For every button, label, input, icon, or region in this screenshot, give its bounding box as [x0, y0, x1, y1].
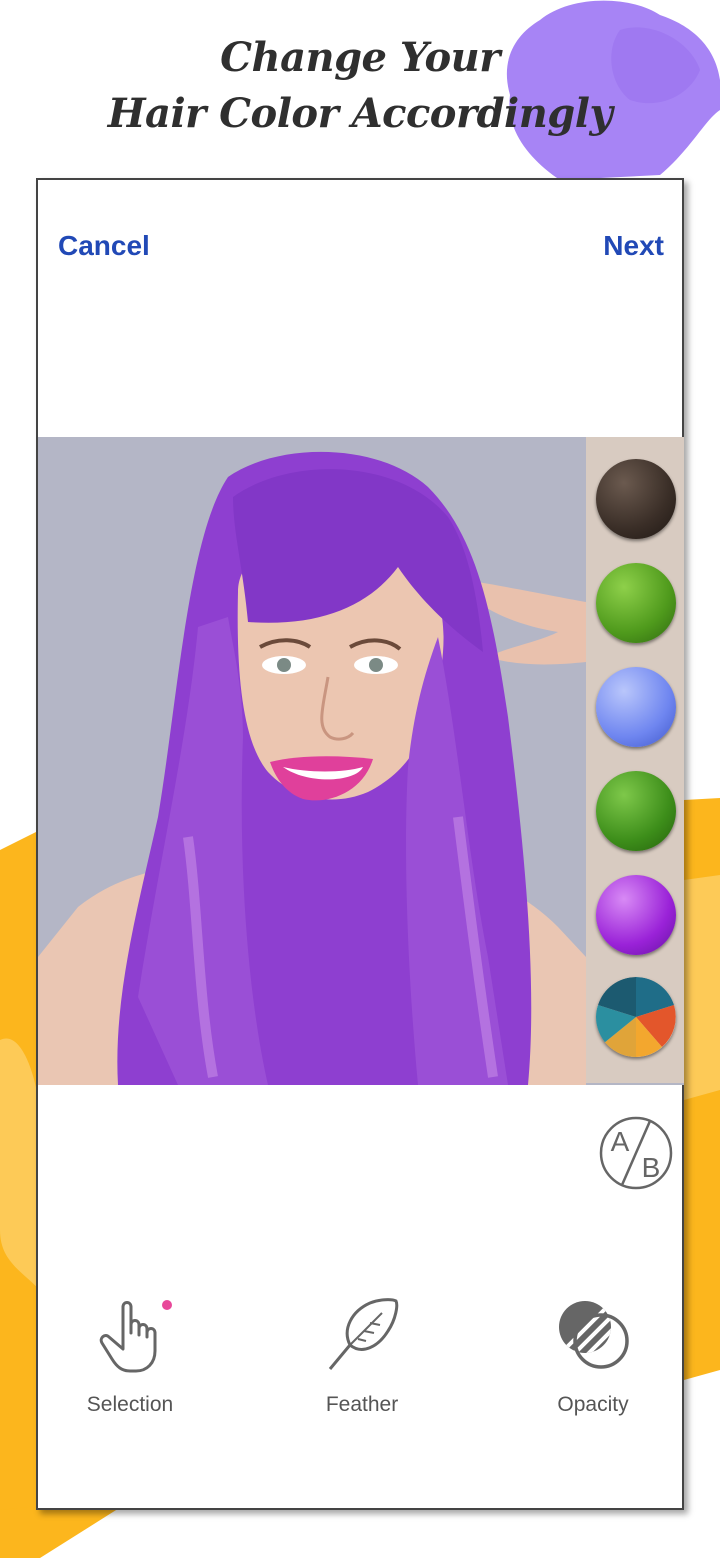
- headline-line-2: Hair Color Accordingly: [107, 90, 613, 137]
- swatch-violet[interactable]: [596, 875, 676, 955]
- swatch-dark-brown[interactable]: [596, 459, 676, 539]
- color-wheel-icon: [596, 977, 676, 1057]
- headline: Change Your Hair Color Accordingly: [0, 30, 720, 142]
- opacity-icon: [559, 1301, 629, 1369]
- photo-canvas[interactable]: [38, 437, 684, 1085]
- next-button[interactable]: Next: [603, 230, 664, 262]
- top-bar: Cancel Next: [38, 230, 682, 270]
- notification-dot: [162, 1300, 172, 1310]
- portrait-image: [38, 437, 586, 1085]
- ab-letter-b: B: [642, 1152, 661, 1183]
- color-palette: [586, 437, 684, 1083]
- tool-feather[interactable]: Feather: [282, 1295, 442, 1417]
- swatch-green-2[interactable]: [596, 771, 676, 851]
- tool-opacity[interactable]: Opacity: [513, 1295, 673, 1417]
- tool-opacity-label: Opacity: [557, 1393, 629, 1416]
- tool-selection-label: Selection: [86, 1393, 174, 1416]
- ab-compare-icon: A B: [599, 1116, 673, 1190]
- swatch-light-blue[interactable]: [596, 667, 676, 747]
- tool-feather-label: Feather: [325, 1393, 399, 1416]
- cancel-button[interactable]: Cancel: [58, 230, 150, 262]
- phone-screen: Cancel Next A B Selection Feather Opacit…: [36, 178, 684, 1510]
- compare-ab-button[interactable]: A B: [598, 1115, 674, 1191]
- swatch-multi-color[interactable]: [596, 977, 676, 1057]
- tool-selection[interactable]: Selection: [50, 1295, 210, 1417]
- feather-icon: [328, 1298, 399, 1370]
- ab-letter-a: A: [611, 1126, 630, 1157]
- hand-pointer-icon: [99, 1301, 157, 1373]
- headline-line-1: Change Your: [220, 34, 500, 81]
- swatch-green[interactable]: [596, 563, 676, 643]
- tool-bar: Selection Feather Opacity: [38, 1295, 682, 1435]
